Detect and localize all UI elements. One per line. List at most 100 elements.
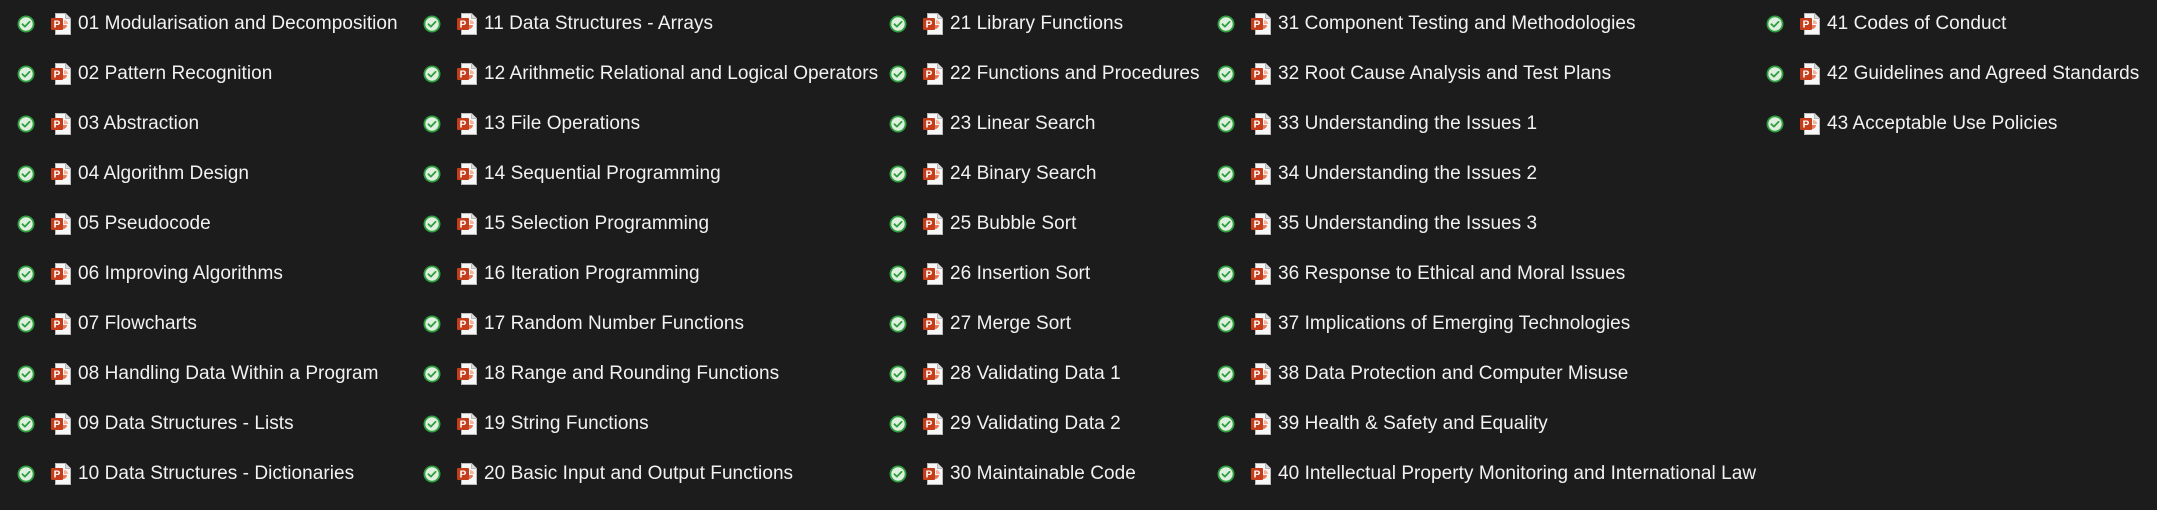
svg-text:P: P — [1254, 120, 1261, 131]
sync-complete-check-icon — [17, 315, 35, 333]
powerpoint-file-icon: P — [457, 63, 477, 85]
file-name: 19 String Functions — [484, 413, 649, 434]
file-item[interactable]: P 36 Response to Ethical and Moral Issue… — [1217, 256, 1625, 292]
file-item[interactable]: P 07 Flowcharts — [17, 306, 197, 342]
svg-text:P: P — [460, 20, 467, 31]
file-item[interactable]: P 21 Library Functions — [889, 6, 1123, 42]
file-name: 17 Random Number Functions — [484, 313, 745, 334]
file-name: 35 Understanding the Issues 3 — [1278, 213, 1538, 234]
file-name: 11 Data Structures - Arrays — [484, 13, 714, 34]
file-item[interactable]: P 31 Component Testing and Methodologies — [1217, 6, 1636, 42]
powerpoint-file-icon: P — [1800, 63, 1820, 85]
file-name: 29 Validating Data 2 — [950, 413, 1121, 434]
file-item[interactable]: P 13 File Operations — [423, 106, 640, 142]
file-item[interactable]: P 11 Data Structures - Arrays — [423, 6, 713, 42]
sync-complete-check-icon — [17, 65, 35, 83]
file-item[interactable]: P 20 Basic Input and Output Functions — [423, 456, 793, 492]
sync-complete-check-icon — [889, 465, 907, 483]
sync-complete-check-icon — [423, 165, 441, 183]
file-item[interactable]: P 18 Range and Rounding Functions — [423, 356, 779, 392]
file-item[interactable]: P 06 Improving Algorithms — [17, 256, 283, 292]
file-item[interactable]: P 43 Acceptable Use Policies — [1766, 106, 2058, 142]
sync-complete-check-icon — [889, 365, 907, 383]
powerpoint-file-icon: P — [923, 363, 943, 385]
sync-complete-check-icon — [889, 265, 907, 283]
svg-text:P: P — [54, 220, 61, 231]
file-item[interactable]: P 08 Handling Data Within a Program — [17, 356, 379, 392]
svg-text:P: P — [1254, 70, 1261, 81]
svg-text:P: P — [54, 70, 61, 81]
file-item[interactable]: P 15 Selection Programming — [423, 206, 709, 242]
file-item[interactable]: P 38 Data Protection and Computer Misuse — [1217, 356, 1628, 392]
file-item[interactable]: P 34 Understanding the Issues 2 — [1217, 156, 1537, 192]
file-item[interactable]: P 42 Guidelines and Agreed Standards — [1766, 56, 2139, 92]
file-item[interactable]: P 14 Sequential Programming — [423, 156, 721, 192]
file-item[interactable]: P 32 Root Cause Analysis and Test Plans — [1217, 56, 1611, 92]
svg-text:P: P — [54, 170, 61, 181]
file-item[interactable]: P 05 Pseudocode — [17, 206, 211, 242]
sync-complete-check-icon — [1217, 115, 1235, 133]
file-item[interactable]: P 30 Maintainable Code — [889, 456, 1136, 492]
file-item[interactable]: P 26 Insertion Sort — [889, 256, 1090, 292]
file-name: 21 Library Functions — [950, 13, 1124, 34]
file-item[interactable]: P 35 Understanding the Issues 3 — [1217, 206, 1537, 242]
powerpoint-file-icon: P — [923, 163, 943, 185]
svg-text:P: P — [1254, 470, 1261, 481]
file-item[interactable]: P 33 Understanding the Issues 1 — [1217, 106, 1537, 142]
file-item[interactable]: P 12 Arithmetic Relational and Logical O… — [423, 56, 878, 92]
powerpoint-file-icon: P — [51, 113, 71, 135]
file-item[interactable]: P 24 Binary Search — [889, 156, 1097, 192]
powerpoint-file-icon: P — [457, 213, 477, 235]
file-item[interactable]: P 39 Health & Safety and Equality — [1217, 406, 1548, 442]
file-name: 05 Pseudocode — [78, 213, 211, 234]
sync-complete-check-icon — [1766, 65, 1784, 83]
file-name: 06 Improving Algorithms — [78, 263, 283, 284]
sync-complete-check-icon — [889, 215, 907, 233]
file-item[interactable]: P 17 Random Number Functions — [423, 306, 744, 342]
file-item[interactable]: P 22 Functions and Procedures — [889, 56, 1200, 92]
file-item[interactable]: P 27 Merge Sort — [889, 306, 1071, 342]
svg-text:P: P — [926, 470, 933, 481]
svg-text:P: P — [54, 20, 61, 31]
sync-complete-check-icon — [423, 215, 441, 233]
powerpoint-file-icon: P — [51, 213, 71, 235]
svg-text:P: P — [1254, 20, 1261, 31]
sync-complete-check-icon — [1217, 15, 1235, 33]
file-name: 12 Arithmetic Relational and Logical Ope… — [484, 63, 879, 84]
file-item[interactable]: P 29 Validating Data 2 — [889, 406, 1121, 442]
file-item[interactable]: P 10 Data Structures - Dictionaries — [17, 456, 354, 492]
file-name: 03 Abstraction — [78, 113, 200, 134]
file-item[interactable]: P 04 Algorithm Design — [17, 156, 249, 192]
file-name: 33 Understanding the Issues 1 — [1278, 113, 1538, 134]
file-name: 42 Guidelines and Agreed Standards — [1827, 63, 2140, 84]
svg-text:P: P — [1254, 420, 1261, 431]
file-name: 30 Maintainable Code — [950, 463, 1136, 484]
svg-text:P: P — [54, 320, 61, 331]
sync-complete-check-icon — [423, 465, 441, 483]
file-name: 02 Pattern Recognition — [78, 63, 273, 84]
sync-complete-check-icon — [17, 465, 35, 483]
svg-text:P: P — [1803, 120, 1810, 131]
sync-complete-check-icon — [1217, 65, 1235, 83]
svg-text:P: P — [460, 120, 467, 131]
file-item[interactable]: P 03 Abstraction — [17, 106, 199, 142]
sync-complete-check-icon — [1766, 115, 1784, 133]
file-item[interactable]: P 09 Data Structures - Lists — [17, 406, 294, 442]
file-item[interactable]: P 28 Validating Data 1 — [889, 356, 1121, 392]
file-name: 08 Handling Data Within a Program — [78, 363, 379, 384]
powerpoint-file-icon: P — [923, 463, 943, 485]
file-item[interactable]: P 16 Iteration Programming — [423, 256, 700, 292]
file-item[interactable]: P 41 Codes of Conduct — [1766, 6, 2006, 42]
svg-text:P: P — [926, 370, 933, 381]
file-item[interactable]: P 01 Modularisation and Decomposition — [17, 6, 398, 42]
svg-text:P: P — [460, 420, 467, 431]
file-item[interactable]: P 25 Bubble Sort — [889, 206, 1076, 242]
file-item[interactable]: P 40 Intellectual Property Monitoring an… — [1217, 456, 1756, 492]
file-item[interactable]: P 02 Pattern Recognition — [17, 56, 272, 92]
file-item[interactable]: P 19 String Functions — [423, 406, 649, 442]
sync-complete-check-icon — [17, 415, 35, 433]
svg-text:P: P — [54, 120, 61, 131]
svg-text:P: P — [926, 270, 933, 281]
file-item[interactable]: P 37 Implications of Emerging Technologi… — [1217, 306, 1630, 342]
file-item[interactable]: P 23 Linear Search — [889, 106, 1096, 142]
